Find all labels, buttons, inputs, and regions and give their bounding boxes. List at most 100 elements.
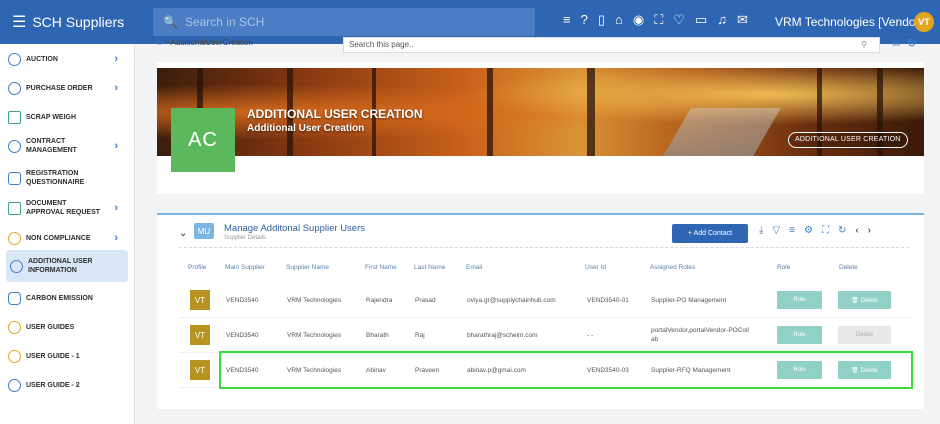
home-icon[interactable]: ⌂ [157, 38, 162, 47]
link-icon[interactable]: ∞ [892, 36, 901, 50]
breadcrumb-current: AdditionalUserCreation [170, 38, 253, 47]
org-name[interactable]: VRM Technologies [Vendor ] [775, 15, 926, 29]
breadcrumb: ⌂ > AdditionalUserCreation [157, 38, 253, 47]
breadcrumb-separator: > [164, 38, 169, 47]
filter-icon[interactable]: ▽ [772, 225, 780, 236]
home-icon[interactable]: ⌂ [615, 12, 623, 28]
bell-icon[interactable]: ♫ [717, 12, 727, 28]
chevron-down-icon[interactable]: ⌄ [179, 228, 187, 239]
help-icon [8, 320, 21, 334]
cell-supplier-name: VRM Technologies [287, 332, 342, 339]
hamburger-icon[interactable]: ☰ [12, 12, 26, 32]
banner-card: AC ADDITIONAL USER CREATION Additional U… [157, 62, 924, 194]
global-search-input[interactable]: 🔍 Search in SCH [153, 8, 535, 36]
column-header: Role [777, 264, 791, 271]
sidebar-item-additional-user-information[interactable]: ADDITIONAL USER INFORMATION [6, 250, 128, 282]
palette-icon[interactable]: ◉ [633, 12, 644, 28]
refresh-icon[interactable]: ↻ [907, 36, 917, 50]
sidebar-item-registration-questionnaire[interactable]: REGISTRATION QUESTIONNAIRE [8, 166, 126, 190]
page-title: ADDITIONAL USER CREATION [247, 107, 423, 121]
delete-button[interactable]: 🗑 Delete [838, 291, 891, 309]
search-icon: 🔍 [163, 15, 178, 29]
page-search-input[interactable]: Search this page.. ⚲ [343, 37, 880, 53]
table-tools: ⤓ ▽ ≡ ⚙ ⛶ ↻ ‹ › [759, 225, 871, 236]
sidebar-item-document-approval-request[interactable]: DOCUMENT APPROVAL REQUEST › [8, 196, 126, 220]
help-icon[interactable]: ? [581, 12, 588, 28]
crumb-actions: ∞ ↻ [892, 36, 917, 50]
cell-main-supplier: VEND3540 [226, 297, 259, 304]
chevron-right-icon: › [114, 52, 118, 65]
sidebar-item-user-guide-1[interactable]: USER GUIDE - 1 [8, 347, 126, 365]
add-contact-button[interactable]: + Add Contact [672, 224, 748, 243]
chevron-right-icon: › [114, 81, 118, 94]
page-avatar: AC [171, 108, 235, 172]
column-header: Profile [188, 264, 207, 271]
list-icon[interactable]: ≡ [563, 12, 571, 28]
cell-last-name: Raj [415, 332, 425, 339]
top-icons: ≡ ? ▯ ⌂ ◉ ⛶ ♡ ▭ ♫ ✉ [563, 12, 748, 28]
chevron-right-icon: › [114, 231, 118, 244]
column-header: User Id [585, 264, 606, 271]
sidebar-item-label: USER GUIDES [26, 323, 75, 331]
role-button[interactable]: Role [777, 326, 822, 344]
sidebar-item-non-compliance[interactable]: NON COMPLIANCE › [8, 229, 126, 247]
avatar: VT [190, 290, 210, 310]
clock-icon [8, 52, 21, 66]
cell-main-supplier: VEND3540 [226, 332, 259, 339]
mail-icon[interactable]: ✉ [737, 12, 748, 28]
cell-email: bharathraj@scheim.com [467, 332, 538, 339]
column-header: Email [466, 264, 483, 271]
download-icon[interactable]: ⤓ [759, 225, 763, 236]
cell-last-name: Prasad [415, 297, 436, 304]
column-header: Supplier Name [286, 264, 329, 271]
page-badge: ADDITIONAL USER CREATION [788, 132, 908, 148]
brand[interactable]: ☰ SCH Suppliers [0, 0, 135, 44]
clock-icon [10, 259, 23, 273]
refresh-icon[interactable]: ↻ [838, 225, 846, 236]
help-icon [8, 349, 21, 363]
cell-user-id: - - [587, 332, 594, 339]
avatar: VT [190, 360, 210, 380]
clock-icon [8, 231, 21, 245]
app-name: SCH Suppliers [32, 14, 125, 30]
chat-icon[interactable]: ▭ [695, 12, 707, 28]
sidebar-item-label: PURCHASE ORDER [26, 84, 93, 92]
heart-icon[interactable]: ♡ [673, 12, 685, 28]
building-icon [8, 110, 21, 124]
cell-first-name: Bharath [366, 332, 389, 339]
chevron-right-icon: › [114, 201, 118, 214]
sidebar-item-auction[interactable]: AUCTION › [8, 50, 126, 68]
list-icon[interactable]: ≡ [789, 225, 795, 236]
page-subtitle: Additional User Creation [247, 123, 365, 134]
page-search-placeholder: Search this page.. [349, 40, 414, 49]
sidebar-item-purchase-order[interactable]: PURCHASE ORDER › [8, 79, 126, 97]
sidebar-item-label: REGISTRATION QUESTIONNAIRE [26, 170, 85, 186]
table-row: VT VEND3540 VRM Technologies Bharath Raj… [179, 318, 912, 353]
sidebar-item-user-guides[interactable]: USER GUIDES [8, 318, 126, 336]
sidebar-item-label: AUCTION [26, 55, 58, 63]
divider [179, 247, 909, 248]
user-avatar[interactable]: VT [914, 12, 934, 32]
expand-icon[interactable]: ⛶ [654, 12, 663, 28]
settings-icon[interactable]: ⚙ [804, 225, 813, 236]
card-badge: MU [194, 223, 214, 239]
clock-icon [8, 139, 21, 153]
cell-assigned-roles: portalVendor,portalVendor-POCollab [651, 327, 749, 343]
sidebar-item-contract-management[interactable]: CONTRACT MANAGEMENT › [8, 134, 126, 158]
avatar: VT [190, 325, 210, 345]
sidebar-item-carbon-emission[interactable]: CARBON EMISSION [8, 289, 126, 307]
expand-icon[interactable]: ⛶ [822, 225, 829, 236]
mobile-icon[interactable]: ▯ [598, 12, 605, 28]
cell-user-id: VEND3540-01 [587, 297, 629, 304]
table-row: VT VEND3540 VRM Technologies Rajendra Pr… [179, 283, 912, 318]
sidebar-item-scrap-weigh[interactable]: SCRAP WEIGH [8, 108, 126, 126]
cell-assigned-roles: Supplier-PO Management [651, 297, 727, 304]
chevron-left-icon[interactable]: ‹ [855, 225, 858, 236]
chevron-right-icon[interactable]: › [868, 225, 871, 236]
clock-icon [8, 81, 21, 95]
card-title: Manage Additonal Supplier Users [224, 223, 366, 234]
sidebar-item-user-guide-2[interactable]: USER GUIDE - 2 [8, 376, 126, 394]
role-button[interactable]: Role [777, 291, 822, 309]
row-highlight [219, 351, 913, 389]
cell-email: oviya.gr@supplychainhub.com [467, 297, 556, 304]
